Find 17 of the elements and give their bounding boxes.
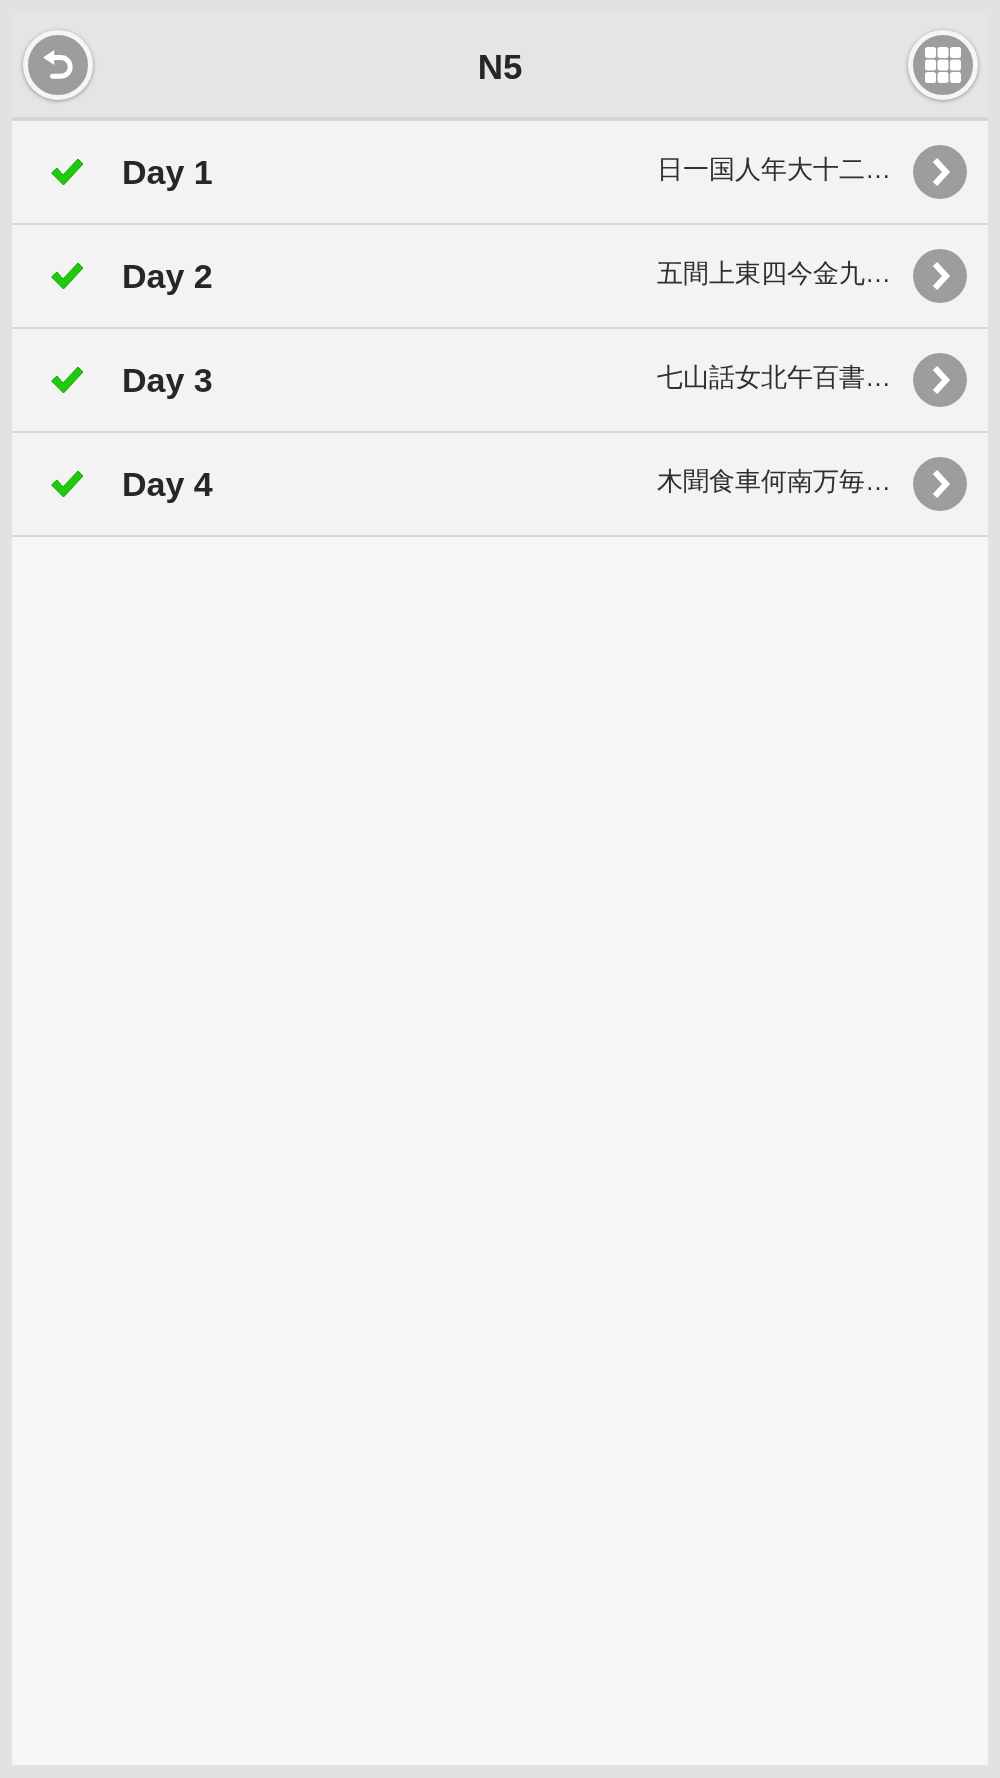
day-label: Day 4 (122, 464, 213, 504)
kanji-preview: 木聞食車何南万毎… (657, 465, 891, 497)
day-label: Day 2 (122, 256, 213, 296)
back-button[interactable] (23, 30, 93, 100)
chevron-icon (913, 249, 967, 303)
kanji-preview: 七山話女北午百書… (657, 361, 891, 393)
curved-arrow-icon (42, 50, 74, 80)
day-label: Day 3 (122, 360, 213, 400)
grid-icon (925, 47, 961, 83)
chevron-icon (913, 145, 967, 199)
chevron-icon (913, 353, 967, 407)
kanji-preview: 日一国人年大十二… (657, 153, 891, 185)
page-title: N5 (477, 47, 523, 87)
grid-button[interactable] (908, 30, 978, 100)
kanji-preview: 五間上東四今金九… (657, 257, 891, 289)
day-label: Day 1 (122, 152, 213, 192)
chevron-icon (913, 457, 967, 511)
